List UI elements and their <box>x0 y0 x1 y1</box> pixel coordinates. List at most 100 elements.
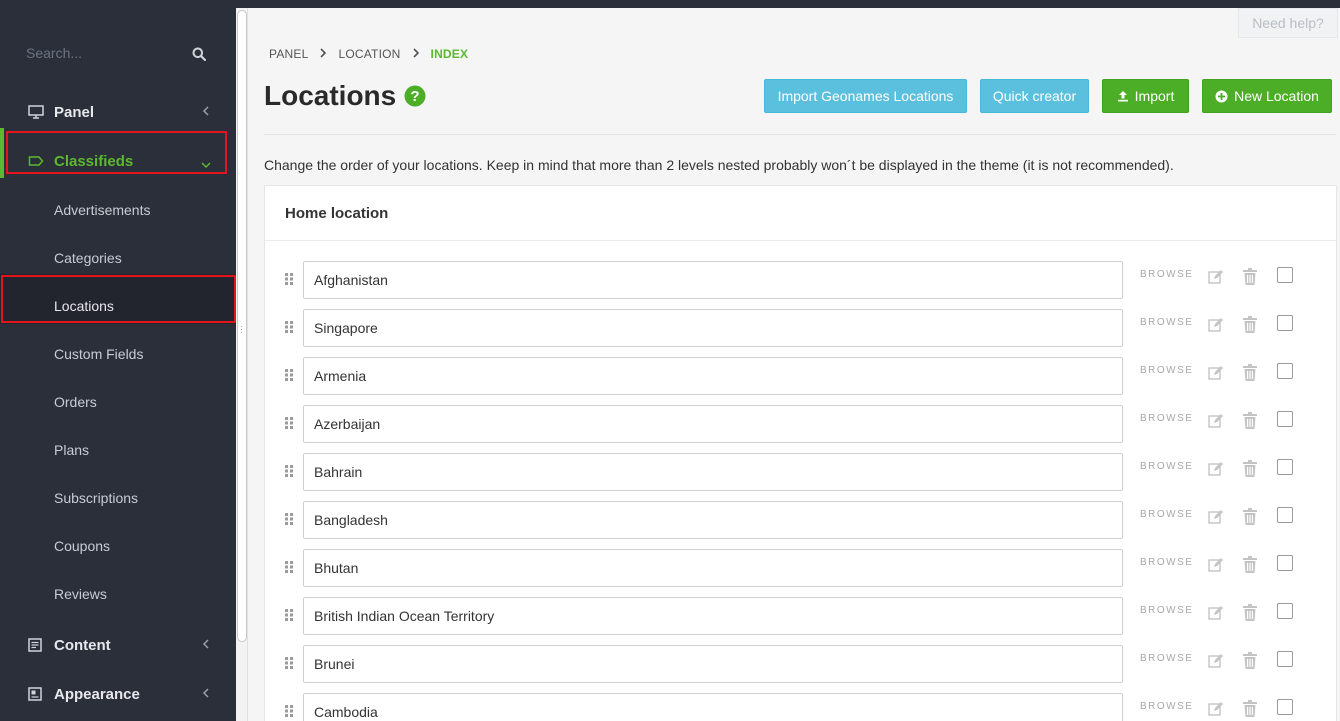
sidebar-search <box>26 45 216 67</box>
sidebar-item-plans[interactable]: Plans <box>0 426 236 474</box>
locations-panel: Home location Afghanistan BROWSE Singapore… <box>264 185 1337 721</box>
edit-icon[interactable] <box>1208 413 1224 434</box>
button-label: New Location <box>1234 88 1319 104</box>
drag-handle-icon[interactable] <box>285 560 293 578</box>
search-input[interactable] <box>26 45 186 61</box>
edit-icon[interactable] <box>1208 509 1224 530</box>
location-row: Azerbaijan BROWSE <box>265 405 1336 453</box>
image-icon <box>28 687 46 701</box>
browse-link[interactable]: BROWSE <box>1140 557 1193 568</box>
trash-icon[interactable] <box>1243 316 1257 338</box>
location-name-field[interactable]: Bangladesh <box>303 501 1123 539</box>
breadcrumb-panel[interactable]: PANEL <box>269 47 308 61</box>
sidebar-item-orders[interactable]: Orders <box>0 378 236 426</box>
drag-handle-icon[interactable] <box>285 656 293 674</box>
import-geonames-button[interactable]: Import Geonames Locations <box>764 79 967 113</box>
browse-link[interactable]: BROWSE <box>1140 605 1193 616</box>
trash-icon[interactable] <box>1243 460 1257 482</box>
select-checkbox[interactable] <box>1277 555 1293 571</box>
breadcrumb: PANEL LOCATION INDEX <box>269 47 468 61</box>
edit-icon[interactable] <box>1208 461 1224 482</box>
select-checkbox[interactable] <box>1277 507 1293 523</box>
location-name-field[interactable]: Azerbaijan <box>303 405 1123 443</box>
trash-icon[interactable] <box>1243 652 1257 674</box>
drag-handle-icon[interactable] <box>285 416 293 434</box>
drag-handle-icon[interactable] <box>285 320 293 338</box>
sidebar-item-reviews[interactable]: Reviews <box>0 570 236 618</box>
breadcrumb-location[interactable]: LOCATION <box>338 47 400 61</box>
trash-icon[interactable] <box>1243 268 1257 290</box>
browse-link[interactable]: BROWSE <box>1140 413 1193 424</box>
select-checkbox[interactable] <box>1277 651 1293 667</box>
sidebar-item-coupons[interactable]: Coupons <box>0 522 236 570</box>
trash-icon[interactable] <box>1243 556 1257 578</box>
sidebar-item-label: Panel <box>54 103 95 121</box>
location-name-field[interactable]: Singapore <box>303 309 1123 347</box>
location-row: Armenia BROWSE <box>265 357 1336 405</box>
plus-circle-icon <box>1215 90 1228 103</box>
browse-link[interactable]: BROWSE <box>1140 317 1193 328</box>
sidebar-item-content[interactable]: Content <box>0 621 236 669</box>
edit-icon[interactable] <box>1208 269 1224 290</box>
browse-link[interactable]: BROWSE <box>1140 509 1193 520</box>
select-checkbox[interactable] <box>1277 363 1293 379</box>
upload-icon <box>1117 90 1129 102</box>
select-checkbox[interactable] <box>1277 315 1293 331</box>
location-row: Afghanistan BROWSE <box>265 261 1336 309</box>
select-checkbox[interactable] <box>1277 267 1293 283</box>
location-name-field[interactable]: Afghanistan <box>303 261 1123 299</box>
drag-handle-icon[interactable] <box>285 512 293 530</box>
highlight-classifieds <box>6 131 227 174</box>
location-name-field[interactable]: Brunei <box>303 645 1123 683</box>
button-label: Import <box>1134 88 1175 104</box>
sidebar-item-label: Advertisements <box>54 202 151 218</box>
edit-icon[interactable] <box>1208 605 1224 626</box>
select-checkbox[interactable] <box>1277 603 1293 619</box>
breadcrumb-index: INDEX <box>430 47 469 61</box>
trash-icon[interactable] <box>1243 508 1257 530</box>
location-row: Cambodia BROWSE <box>265 693 1336 721</box>
sidebar-item-appearance[interactable]: Appearance <box>0 670 236 718</box>
edit-icon[interactable] <box>1208 701 1224 721</box>
resize-grip-icon[interactable]: · · · <box>240 322 243 337</box>
help-question-icon[interactable]: ? <box>404 85 426 107</box>
trash-icon[interactable] <box>1243 700 1257 721</box>
sidebar-item-subscriptions[interactable]: Subscriptions <box>0 474 236 522</box>
quick-creator-button[interactable]: Quick creator <box>980 79 1089 113</box>
browse-link[interactable]: BROWSE <box>1140 653 1193 664</box>
need-help-button[interactable]: Need help? <box>1238 8 1338 38</box>
browse-link[interactable]: BROWSE <box>1140 701 1193 712</box>
browse-link[interactable]: BROWSE <box>1140 269 1193 280</box>
select-checkbox[interactable] <box>1277 699 1293 715</box>
edit-icon[interactable] <box>1208 557 1224 578</box>
location-name-field[interactable]: Bahrain <box>303 453 1123 491</box>
edit-icon[interactable] <box>1208 317 1224 338</box>
location-row: Bahrain BROWSE <box>265 453 1336 501</box>
location-name-field[interactable]: Bhutan <box>303 549 1123 587</box>
panel-heading: Home location <box>265 186 1336 241</box>
edit-icon[interactable] <box>1208 653 1224 674</box>
location-name-field[interactable]: Armenia <box>303 357 1123 395</box>
drag-handle-icon[interactable] <box>285 704 293 721</box>
location-name-field[interactable]: British Indian Ocean Territory <box>303 597 1123 635</box>
sidebar-item-advertisements[interactable]: Advertisements <box>0 186 236 234</box>
sidebar-item-panel[interactable]: Panel <box>0 88 236 136</box>
new-location-button[interactable]: New Location <box>1202 79 1332 113</box>
browse-link[interactable]: BROWSE <box>1140 365 1193 376</box>
drag-handle-icon[interactable] <box>285 368 293 386</box>
trash-icon[interactable] <box>1243 412 1257 434</box>
select-checkbox[interactable] <box>1277 459 1293 475</box>
location-name-field[interactable]: Cambodia <box>303 693 1123 721</box>
drag-handle-icon[interactable] <box>285 608 293 626</box>
drag-handle-icon[interactable] <box>285 464 293 482</box>
edit-icon[interactable] <box>1208 365 1224 386</box>
drag-handle-icon[interactable] <box>285 272 293 290</box>
import-button[interactable]: Import <box>1102 79 1189 113</box>
trash-icon[interactable] <box>1243 364 1257 386</box>
trash-icon[interactable] <box>1243 604 1257 626</box>
search-icon[interactable] <box>192 47 207 66</box>
select-checkbox[interactable] <box>1277 411 1293 427</box>
browse-link[interactable]: BROWSE <box>1140 461 1193 472</box>
location-row: Bangladesh BROWSE <box>265 501 1336 549</box>
sidebar-item-custom-fields[interactable]: Custom Fields <box>0 330 236 378</box>
